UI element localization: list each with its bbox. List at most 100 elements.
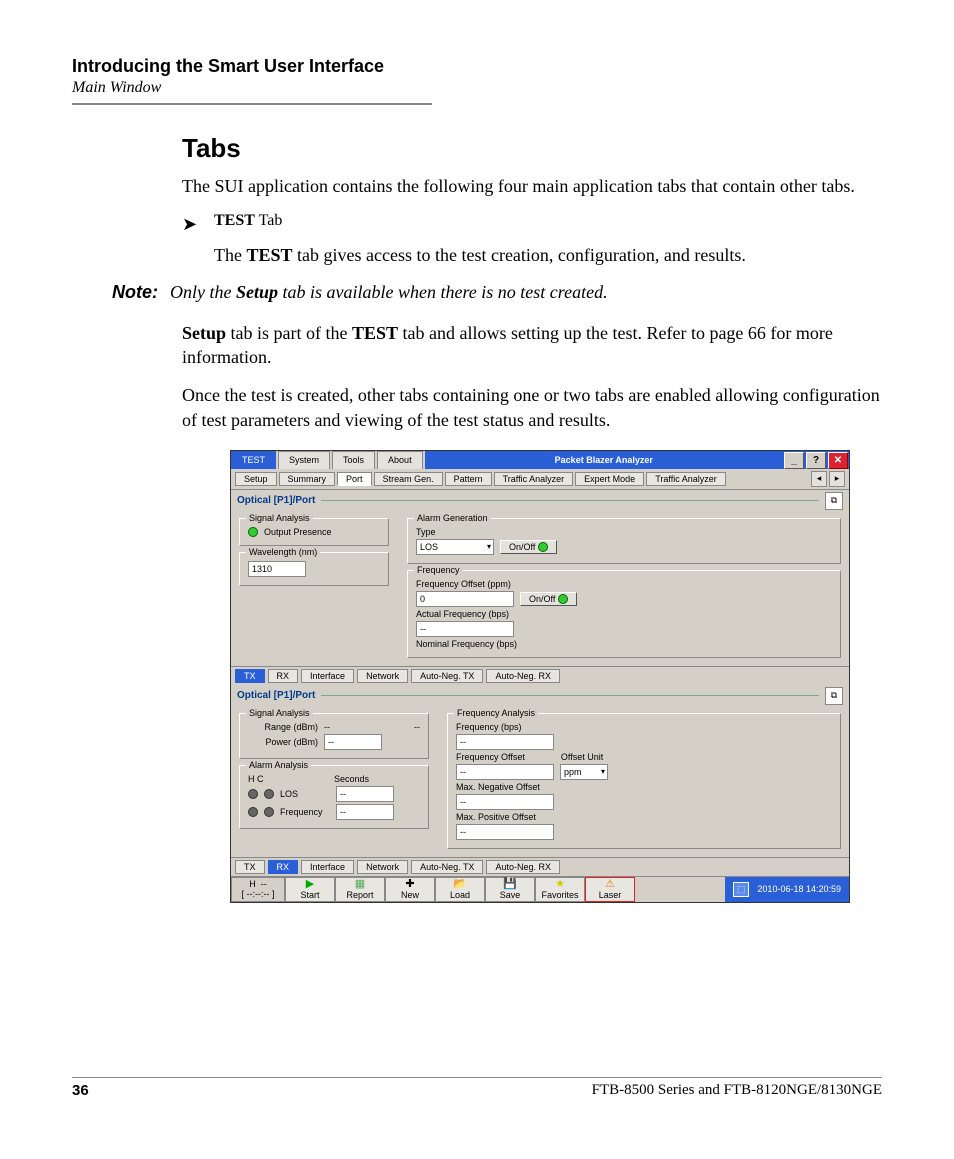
- actual-freq-label: Actual Frequency (bps): [416, 609, 509, 619]
- sub-tabs: Setup Summary Port Stream Gen. Pattern T…: [231, 469, 849, 490]
- app-window: TEST System Tools About Packet Blazer An…: [230, 450, 850, 903]
- report-button[interactable]: ▦Report: [335, 877, 385, 902]
- folder-icon: 📂: [453, 879, 467, 890]
- alarm-type-dropdown[interactable]: LOS: [416, 539, 494, 555]
- freq-label: Frequency: [280, 807, 330, 817]
- start-button[interactable]: ▶Start: [285, 877, 335, 902]
- freq-onoff-led-icon: [558, 594, 568, 604]
- rx-tab-autoneg-rx[interactable]: Auto-Neg. RX: [486, 860, 560, 874]
- main-tab-test[interactable]: TEST: [231, 451, 276, 469]
- max-neg-label: Max. Negative Offset: [456, 782, 540, 792]
- output-presence-label: Output Presence: [264, 527, 332, 537]
- bullet-test-tab: ➤ TEST Tab: [182, 212, 882, 237]
- window-title: Packet Blazer Analyzer: [425, 451, 783, 469]
- minimize-button[interactable]: _: [784, 452, 804, 469]
- power-label: Power (dBm): [248, 737, 318, 747]
- heading-tabs: Tabs: [182, 133, 882, 164]
- los-label: LOS: [280, 789, 330, 799]
- los-value: --: [336, 786, 394, 802]
- rx-tab-interface[interactable]: Interface: [301, 860, 354, 874]
- offset-unit-dropdown[interactable]: ppm: [560, 764, 608, 780]
- freq-c-led-icon: [264, 807, 274, 817]
- rx-tab-autoneg-tx[interactable]: Auto-Neg. TX: [411, 860, 483, 874]
- freq-onoff-button[interactable]: On/Off: [520, 592, 577, 606]
- new-icon: ✚: [405, 879, 414, 890]
- rx-signal-analysis-group: Signal Analysis Range (dBm)---- Power (d…: [239, 713, 429, 759]
- close-button[interactable]: ✕: [828, 452, 848, 469]
- new-button[interactable]: ✚New: [385, 877, 435, 902]
- rx-tab-network[interactable]: Network: [357, 860, 408, 874]
- rx-alarm-analysis-group: Alarm Analysis H CSeconds LOS-- Frequenc…: [239, 765, 429, 829]
- los-h-led-icon: [248, 789, 258, 799]
- freq-bps-value: --: [456, 734, 554, 750]
- freq-offset-input[interactable]: 0: [416, 591, 514, 607]
- rx-freq-offset-value: --: [456, 764, 554, 780]
- rx-section-label: Optical [P1]/Port: [237, 690, 315, 701]
- tx-section-label: Optical [P1]/Port: [237, 495, 315, 506]
- tx-expand-icon[interactable]: ⧉: [825, 492, 843, 510]
- status-block: H -- [ --:--:-- ]: [231, 877, 285, 902]
- subtab-port[interactable]: Port: [337, 472, 372, 486]
- subtab-traffic-analyzer-2[interactable]: Traffic Analyzer: [646, 472, 726, 486]
- rx-tab-rx[interactable]: RX: [268, 860, 299, 874]
- note-text: Only the Setup tab is available when the…: [170, 282, 608, 303]
- alarm-onoff-led-icon: [538, 542, 548, 552]
- help-button[interactable]: ?: [806, 452, 826, 469]
- play-icon: ▶: [306, 879, 314, 890]
- max-pos-value: --: [456, 824, 554, 840]
- page-number: 36: [72, 1082, 89, 1099]
- divider: [321, 695, 819, 696]
- favorites-button[interactable]: ★Favorites: [535, 877, 585, 902]
- bullet-label: TEST Tab: [214, 212, 282, 230]
- subtab-pattern[interactable]: Pattern: [445, 472, 492, 486]
- output-presence-led-icon: [248, 527, 258, 537]
- offset-unit-label: Offset Unit: [561, 752, 603, 762]
- rx-expand-icon[interactable]: ⧉: [825, 687, 843, 705]
- tx-tab-tx[interactable]: TX: [235, 669, 265, 683]
- subtab-summary[interactable]: Summary: [279, 472, 336, 486]
- chapter-title: Introducing the Smart User Interface: [72, 56, 882, 77]
- range-v2: --: [414, 722, 420, 732]
- tx-alarm-gen-group: Alarm Generation Type LOS On/Off: [407, 518, 841, 564]
- tx-tab-network[interactable]: Network: [357, 669, 408, 683]
- laser-warning-icon: ⚠: [605, 879, 615, 890]
- main-tab-system[interactable]: System: [278, 451, 330, 469]
- freq-value: --: [336, 804, 394, 820]
- tx-signal-analysis-group: Signal Analysis Output Presence: [239, 518, 389, 546]
- subtab-expert-mode[interactable]: Expert Mode: [575, 472, 644, 486]
- bullet-description: The TEST tab gives access to the test cr…: [214, 243, 882, 267]
- nominal-freq-label: Nominal Frequency (bps): [416, 639, 517, 649]
- titlebar: TEST System Tools About Packet Blazer An…: [231, 451, 849, 469]
- elapsed-time: [ --:--:-- ]: [242, 889, 275, 899]
- disk-icon: 💾: [503, 879, 517, 890]
- tx-tab-autoneg-tx[interactable]: Auto-Neg. TX: [411, 669, 483, 683]
- tab-nav-left-icon[interactable]: ◂: [811, 471, 827, 487]
- wavelength-input[interactable]: 1310: [248, 561, 306, 577]
- bullet-label-rest: Tab: [255, 212, 282, 229]
- load-button[interactable]: 📂Load: [435, 877, 485, 902]
- subtab-traffic-analyzer[interactable]: Traffic Analyzer: [494, 472, 574, 486]
- status-chip-icon: ⬚: [733, 882, 750, 897]
- tx-tab-autoneg-rx[interactable]: Auto-Neg. RX: [486, 669, 560, 683]
- subtab-setup[interactable]: Setup: [235, 472, 277, 486]
- main-tab-tools[interactable]: Tools: [332, 451, 375, 469]
- setup-paragraph: Setup tab is part of the TEST tab and al…: [182, 321, 882, 370]
- tx-wavelength-group: Wavelength (nm) 1310: [239, 552, 389, 586]
- screenshot-figure: TEST System Tools About Packet Blazer An…: [230, 450, 850, 903]
- save-button[interactable]: 💾Save: [485, 877, 535, 902]
- status-timestamp: 2010-06-18 14:20:59: [757, 884, 841, 894]
- subtab-streamgen[interactable]: Stream Gen.: [374, 472, 443, 486]
- alarm-type-label: Type: [416, 527, 436, 537]
- intro-paragraph: The SUI application contains the followi…: [182, 174, 882, 198]
- tx-tab-rx[interactable]: RX: [268, 669, 299, 683]
- star-icon: ★: [555, 879, 565, 890]
- power-value: --: [324, 734, 382, 750]
- alarm-onoff-button[interactable]: On/Off: [500, 540, 557, 554]
- main-tab-about[interactable]: About: [377, 451, 423, 469]
- los-c-led-icon: [264, 789, 274, 799]
- freq-offset-label: Frequency Offset: [456, 752, 525, 762]
- laser-button[interactable]: ⚠Laser: [585, 877, 635, 902]
- tx-tab-interface[interactable]: Interface: [301, 669, 354, 683]
- tab-nav-right-icon[interactable]: ▸: [829, 471, 845, 487]
- rx-tab-tx[interactable]: TX: [235, 860, 265, 874]
